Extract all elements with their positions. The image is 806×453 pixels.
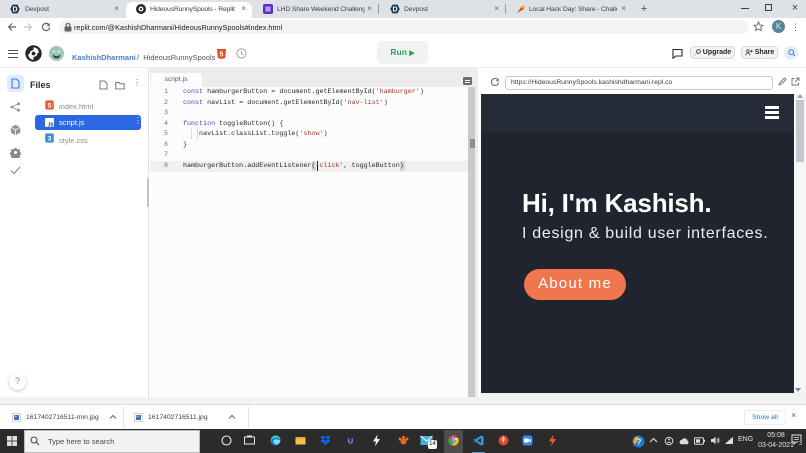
- svg-text:U: U: [348, 436, 353, 445]
- svg-text:D: D: [13, 7, 18, 14]
- svg-text:3: 3: [48, 136, 52, 143]
- svg-text:D: D: [393, 7, 398, 14]
- svg-text:5: 5: [48, 103, 52, 110]
- svg-text:?: ?: [636, 437, 641, 447]
- svg-text:5: 5: [220, 52, 224, 59]
- svg-text:JS: JS: [47, 122, 54, 127]
